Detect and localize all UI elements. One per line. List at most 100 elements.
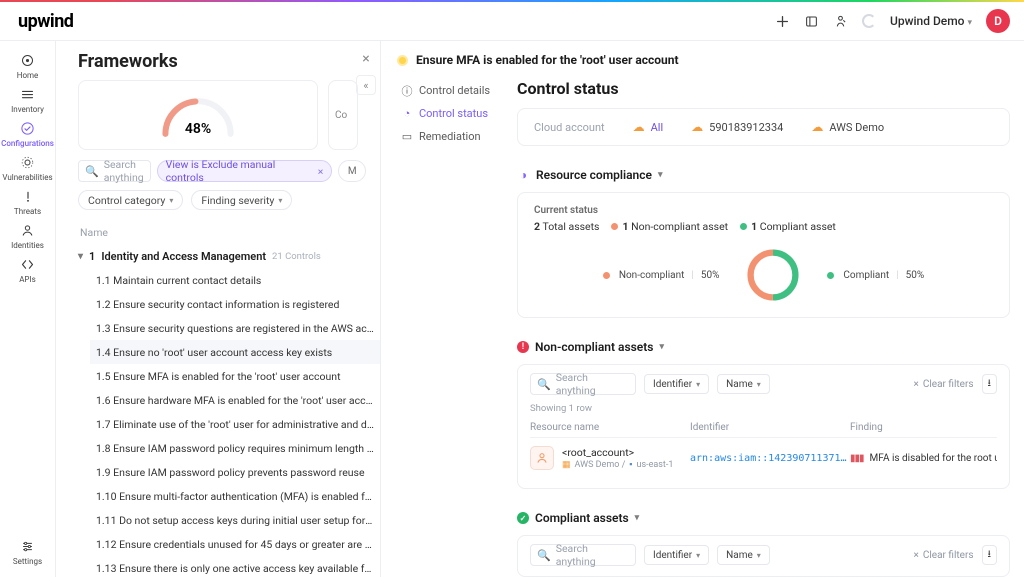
chevron-down-icon: ▾: [696, 380, 700, 389]
clear-filters-button[interactable]: × Clear filters: [914, 550, 974, 561]
cloud-opt-label: AWS Demo: [829, 121, 884, 134]
asset-search-input[interactable]: 🔍 Search anything: [530, 373, 636, 395]
severity-bars-icon: ▮▮▮: [850, 453, 864, 464]
noncompliant-assets-header[interactable]: ! Non-compliant assets ▾: [517, 340, 1010, 354]
export-button[interactable]: ⭳: [982, 545, 998, 565]
shield-icon: ◑: [517, 169, 530, 182]
control-category-dropdown[interactable]: Control category▾: [78, 190, 183, 210]
control-list-item[interactable]: 1.8 Ensure IAM password policy requires …: [90, 436, 380, 460]
control-list-item[interactable]: 1.6 Ensure hardware MFA is enabled for t…: [90, 388, 380, 412]
resource-compliance-title: Resource compliance: [536, 168, 652, 182]
cloud-account-heading: Cloud account: [534, 121, 605, 134]
next-card-peek[interactable]: Co: [328, 80, 358, 150]
more-filters-chip[interactable]: M: [338, 160, 366, 182]
sidebar-item-identities[interactable]: Identities: [2, 219, 54, 253]
identifier-dropdown-label: Identifier: [653, 550, 692, 561]
org-switcher[interactable]: Upwind Demo ▾: [890, 14, 972, 28]
app-header: upwind Upwind Demo ▾ D: [0, 2, 1024, 41]
check-icon: ✓: [517, 512, 529, 524]
search-placeholder: Search anything: [104, 158, 144, 184]
view-filter-label: View is Exclude manual controls: [166, 158, 314, 184]
tab-remediation[interactable]: ▭ Remediation: [397, 125, 507, 148]
tab-control-details[interactable]: ⓘ Control details: [397, 79, 507, 102]
asset-search-input[interactable]: 🔍 Search anything: [530, 544, 636, 566]
control-list-item[interactable]: 1.2 Ensure security contact information …: [90, 292, 380, 316]
noncompliant-count: 1: [622, 220, 628, 233]
page-title: Frameworks: [78, 51, 380, 72]
activity-icon[interactable]: [833, 14, 848, 29]
sidebar-item-threats[interactable]: Threats: [2, 185, 54, 219]
control-list-item[interactable]: 1.1 Maintain current contact details: [90, 268, 380, 292]
sidebar-item-settings[interactable]: Settings: [2, 535, 54, 569]
alert-icon: !: [517, 341, 529, 353]
sidebar-item-label: Identities: [11, 241, 44, 250]
resource-sub: AWS Demo /: [575, 460, 626, 470]
apis-icon: [19, 256, 36, 273]
chevron-down-icon: ▾: [635, 513, 640, 523]
identifier-dropdown[interactable]: Identifier ▾: [644, 374, 709, 394]
group-num: 1: [89, 250, 95, 263]
sidebar-item-inventory[interactable]: Inventory: [2, 83, 54, 117]
control-list-item[interactable]: 1.3 Ensure security questions are regist…: [90, 316, 380, 340]
search-input[interactable]: 🔍 Search anything: [78, 160, 151, 182]
close-panel-button[interactable]: ×: [356, 49, 376, 69]
control-list-item[interactable]: 1.11 Do not setup access keys during ini…: [90, 508, 380, 532]
sidebar: Home Inventory Configurations Vulnerabil…: [0, 41, 56, 577]
dot-orange-icon: [603, 272, 610, 279]
cloud-opt-label: 590183912334: [709, 121, 783, 134]
control-group-row[interactable]: ▾ 1 Identity and Access Management 21 Co…: [78, 245, 380, 268]
org-label: Upwind Demo: [890, 14, 965, 28]
cloud-account-option-name[interactable]: ☁ AWS Demo: [811, 120, 884, 134]
collapse-panel-button[interactable]: «: [356, 75, 376, 95]
identifier-dropdown[interactable]: Identifier▾: [644, 545, 709, 565]
total-assets-count: 2: [534, 220, 540, 233]
logo[interactable]: upwind: [18, 11, 73, 32]
clear-filters-button[interactable]: × Clear filters: [914, 379, 974, 390]
control-list-item[interactable]: 1.9 Ensure IAM password policy prevents …: [90, 460, 380, 484]
control-list-item[interactable]: 1.10 Ensure multi-factor authentication …: [90, 484, 380, 508]
tab-control-status[interactable]: ◔ Control status: [397, 102, 507, 125]
view-filter-chip[interactable]: View is Exclude manual controls ×: [157, 160, 333, 182]
control-list-item[interactable]: 1.7 Eliminate use of the 'root' user for…: [90, 412, 380, 436]
export-button[interactable]: ⭳: [982, 374, 998, 394]
vulnerabilities-icon: [19, 154, 36, 171]
sidebar-item-vulnerabilities[interactable]: Vulnerabilities: [2, 151, 54, 185]
compliant-assets-card: 🔍 Search anything Identifier▾ Name▾ × Cl…: [517, 535, 1010, 577]
name-dropdown[interactable]: Name▾: [717, 545, 770, 565]
compliant-count: 1: [751, 220, 757, 233]
avatar[interactable]: D: [986, 9, 1010, 33]
controls-list: 1.1 Maintain current contact details1.2 …: [90, 268, 380, 577]
sidebar-item-label: Home: [17, 71, 39, 80]
add-icon[interactable]: [775, 14, 790, 29]
table-row[interactable]: <root_account> ▦ AWS Demo / ▪ us-east-1 …: [530, 438, 997, 478]
clear-filters-label: Clear filters: [923, 379, 974, 390]
cloud-account-option-all[interactable]: ☁All: [633, 120, 664, 134]
resource-arn: arn:aws:iam::142390711371:root: [690, 453, 850, 464]
control-list-item[interactable]: 1.4 Ensure no 'root' user account access…: [90, 340, 380, 364]
legend-compliant-label: Compliant: [843, 270, 889, 281]
control-list-item[interactable]: 1.13 Ensure there is only one active acc…: [90, 556, 380, 577]
score-gauge-card[interactable]: 48%: [78, 80, 318, 150]
remove-filter-icon[interactable]: ×: [318, 165, 324, 178]
sidebar-item-label: Settings: [13, 557, 42, 566]
resource-name: <root_account>: [562, 446, 673, 459]
legend-compliant-pct: 50%: [906, 270, 925, 281]
identifier-dropdown-label: Identifier: [653, 379, 692, 390]
cloud-account-option-id[interactable]: ☁590183912334: [691, 120, 783, 134]
control-list-item[interactable]: 1.5 Ensure MFA is enabled for the 'root'…: [90, 364, 380, 388]
resource-compliance-header[interactable]: ◑ Resource compliance ▾: [517, 168, 1010, 182]
sidebar-item-apis[interactable]: APIs: [2, 253, 54, 287]
sidebar-item-configurations[interactable]: Configurations: [2, 117, 54, 151]
name-dropdown[interactable]: Name▾: [717, 374, 770, 394]
chevron-down-icon: ▾: [757, 380, 761, 389]
name-dropdown-label: Name: [726, 550, 753, 561]
info-icon: ⓘ: [401, 85, 413, 97]
finding-severity-dropdown[interactable]: Finding severity▾: [191, 190, 292, 210]
inventory-icon: [19, 86, 36, 103]
compliant-assets-header[interactable]: ✓ Compliant assets ▾: [517, 511, 1010, 525]
control-list-item[interactable]: 1.12 Ensure credentials unused for 45 da…: [90, 532, 380, 556]
cloud-icon: ☁: [811, 120, 823, 134]
panel-icon[interactable]: [804, 14, 819, 29]
sidebar-item-home[interactable]: Home: [2, 49, 54, 83]
legend-noncompliant-label: Non-compliant: [619, 270, 685, 281]
